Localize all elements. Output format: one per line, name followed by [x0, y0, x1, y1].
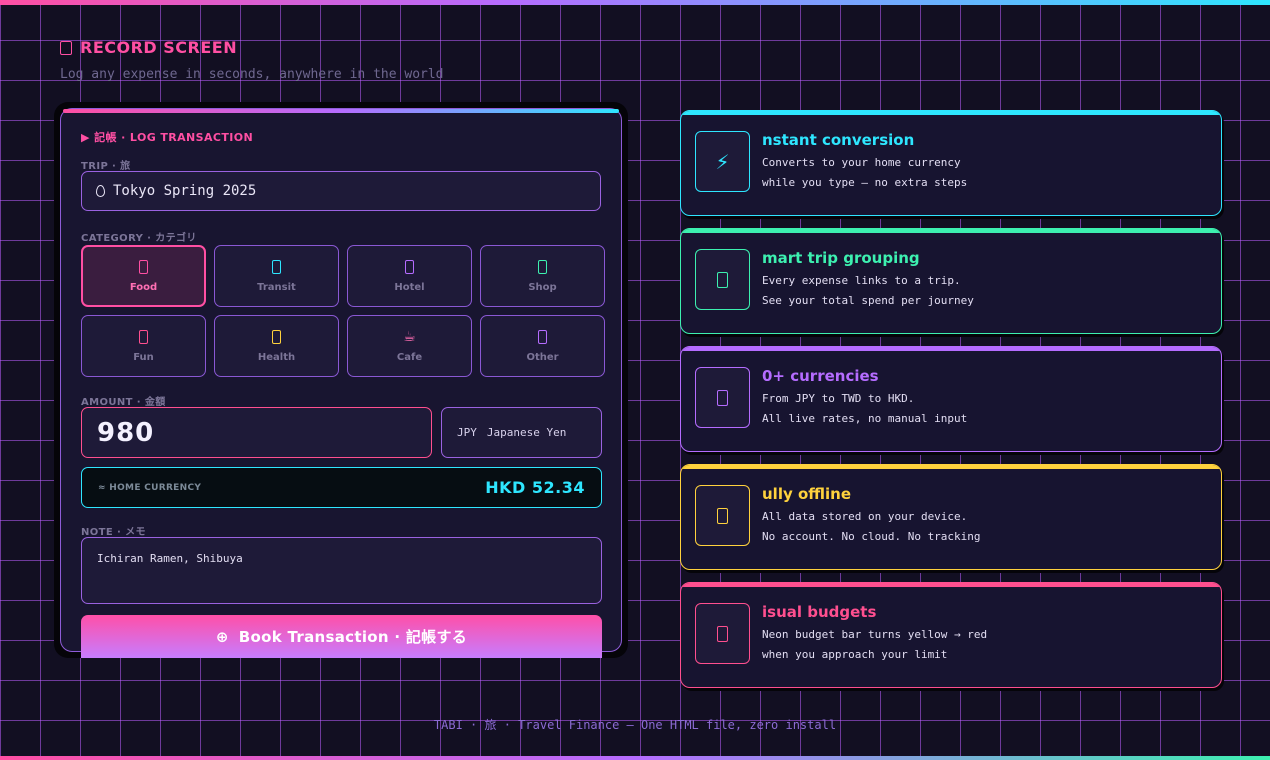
- feature-line: Neon budget bar turns yellow → red: [762, 628, 988, 641]
- amount-input[interactable]: 980: [81, 407, 432, 458]
- feature-description: Every expense links to a trip. See your t…: [762, 271, 974, 311]
- category-cafe[interactable]: ☕ Cafe: [347, 315, 472, 377]
- home-currency-value: HKD 52.34: [485, 478, 585, 497]
- shop-icon: [538, 259, 547, 274]
- currency-icon: [695, 367, 750, 428]
- category-health[interactable]: Health: [214, 315, 339, 377]
- category-food[interactable]: Food: [81, 245, 206, 307]
- screen-title: RECORD SCREEN: [60, 38, 237, 57]
- category-transit[interactable]: Transit: [214, 245, 339, 307]
- icon-glyph: [717, 507, 728, 524]
- feature-line: while you type — no extra steps: [762, 176, 968, 189]
- feature-description: Neon budget bar turns yellow → red when y…: [762, 625, 987, 665]
- feature-card: 0+ currencies From JPY to TWD to HKD. All …: [680, 346, 1222, 452]
- icon-glyph: [717, 389, 728, 406]
- feature-line: All data stored on your device.: [762, 510, 968, 523]
- icon-glyph: [717, 271, 728, 288]
- health-icon: [272, 329, 281, 344]
- feature-line: From JPY to TWD to HKD.: [762, 392, 915, 405]
- feature-line: All live rates, no manual input: [762, 412, 968, 425]
- feature-title: isual budgets: [762, 603, 877, 621]
- feature-line: See your total spend per journey: [762, 294, 974, 307]
- category-label: Health: [257, 351, 296, 363]
- transit-icon: [272, 259, 281, 274]
- trip-label: TRIP · 旅: [81, 161, 131, 172]
- icon-glyph: [717, 625, 728, 642]
- feature-card: isual budgets Neon budget bar turns yello…: [680, 582, 1222, 688]
- category-label: CATEGORY · カテゴリ: [81, 233, 197, 244]
- category-label: Other: [526, 351, 559, 363]
- trip-value: Tokyo Spring 2025: [113, 183, 257, 199]
- trip-icon: [695, 249, 750, 310]
- footer: TABI · 旅 · Travel Finance — One HTML fil…: [433, 718, 837, 732]
- feature-line: when you approach your limit: [762, 648, 948, 661]
- hotel-icon: [405, 259, 414, 274]
- feature-title: nstant conversion: [762, 131, 915, 149]
- top-gradient-bar: [0, 0, 1270, 5]
- feature-card: mart trip grouping Every expense links to…: [680, 228, 1222, 334]
- feature-description: From JPY to TWD to HKD. All live rates, n…: [762, 389, 967, 429]
- feature-title: 0+ currencies: [762, 367, 879, 385]
- lightning-icon: ⚡: [695, 131, 750, 192]
- screen-title-text: RECORD SCREEN: [80, 38, 238, 57]
- trip-select[interactable]: Tokyo Spring 2025: [81, 171, 601, 211]
- category-label: Fun: [133, 351, 154, 363]
- category-fun[interactable]: Fun: [81, 315, 206, 377]
- feature-card: ully offline All data stored on your devi…: [680, 464, 1222, 570]
- category-label: Cafe: [396, 351, 423, 363]
- category-other[interactable]: Other: [480, 315, 605, 377]
- feature-line: No account. No cloud. No tracking: [762, 530, 981, 543]
- category-hotel[interactable]: Hotel: [347, 245, 472, 307]
- currency-select[interactable]: JPY Japanese Yen: [441, 407, 602, 458]
- feature-title: ully offline: [762, 485, 852, 503]
- category-label: Hotel: [394, 281, 425, 293]
- budget-icon: [695, 603, 750, 664]
- amount-label: AMOUNT · 金額: [81, 397, 166, 408]
- coffee-icon: ☕: [403, 328, 416, 345]
- note-label: NOTE · メモ: [81, 527, 146, 538]
- home-currency-display: ≈ HOME CURRENCY HKD 52.34: [81, 467, 602, 508]
- feature-description: All data stored on your device. No accoun…: [762, 507, 981, 547]
- book-transaction-label: Book Transaction · 記帳する: [238, 628, 468, 646]
- feature-card: ⚡ nstant conversion Converts to your home …: [680, 110, 1222, 216]
- screen-subtitle: Log any expense in seconds, anywhere in …: [60, 67, 444, 82]
- food-icon: [139, 259, 148, 274]
- currency-name: Japanese Yen: [486, 426, 567, 439]
- category-label: Shop: [528, 281, 557, 293]
- feature-title: mart trip grouping: [762, 249, 920, 267]
- plus-circle-icon: ⊕: [215, 627, 229, 646]
- currency-code: JPY: [457, 426, 477, 439]
- form-header: ▶ 記帳 · LOG TRANSACTION: [81, 131, 254, 144]
- book-transaction-button[interactable]: ⊕ Book Transaction · 記帳する: [81, 615, 602, 658]
- bottom-gradient-bar: [0, 756, 1270, 760]
- fun-icon: [139, 329, 148, 344]
- record-icon: [60, 40, 72, 55]
- category-shop[interactable]: Shop: [480, 245, 605, 307]
- feature-description: Converts to your home currency while you …: [762, 153, 967, 193]
- transaction-form-card: ▶ 記帳 · LOG TRANSACTION TRIP · 旅 Tokyo Sp…: [60, 108, 622, 658]
- home-currency-label: ≈ HOME CURRENCY: [98, 482, 202, 493]
- note-input[interactable]: Ichiran Ramen, Shibuya: [81, 537, 602, 604]
- location-pin-icon: [96, 185, 105, 197]
- category-label: Food: [129, 281, 158, 293]
- feature-line: Every expense links to a trip.: [762, 274, 961, 287]
- category-label: Transit: [257, 281, 296, 293]
- offline-icon: [695, 485, 750, 546]
- feature-line: Converts to your home currency: [762, 156, 961, 169]
- other-icon: [538, 329, 547, 344]
